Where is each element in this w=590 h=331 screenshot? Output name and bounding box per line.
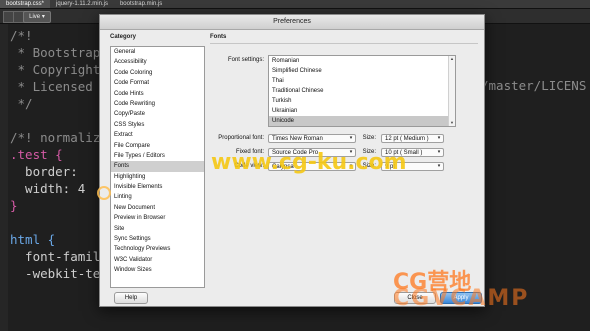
font-settings-scrollbar[interactable]: ▲ ▼ <box>448 56 455 126</box>
font-setting-item[interactable]: Traditional Chinese <box>269 86 455 96</box>
font-setting-item[interactable]: Romanian <box>269 56 455 66</box>
code-line: * Licensed <box>10 79 93 94</box>
tab-bootstrap-js[interactable]: bootstrap.min.js <box>114 0 168 8</box>
dialog-titlebar[interactable]: Preferences <box>100 15 484 30</box>
help-button[interactable]: Help <box>114 292 148 304</box>
chevron-down-icon: ▾ <box>437 135 441 141</box>
proportional-size-label: Size: <box>362 135 376 141</box>
category-item-extract[interactable]: Extract <box>111 130 204 140</box>
font-setting-item[interactable]: Turkish <box>269 96 455 106</box>
live-view-button[interactable]: Live ▾ <box>23 11 51 23</box>
category-item-window-sizes[interactable]: Window Sizes <box>111 265 204 275</box>
tab-jquery[interactable]: jquery-1.11.2.min.js <box>50 0 114 8</box>
watermark-url: www.cg-ku.com <box>211 150 407 175</box>
cursor-highlight <box>97 186 111 200</box>
category-item-file-compare[interactable]: File Compare <box>111 141 204 151</box>
chevron-down-icon: ▾ <box>437 163 441 169</box>
font-setting-item[interactable]: Thai <box>269 76 455 86</box>
font-settings-label: Font settings: <box>227 57 264 63</box>
code-line: html { <box>10 232 56 247</box>
category-list[interactable]: General Accessibility Code Coloring Code Fo… <box>110 46 205 288</box>
chevron-down-icon: ▾ <box>437 149 441 155</box>
panel-title: Fonts <box>210 34 227 40</box>
code-line: /*! <box>10 28 33 43</box>
code-line: /*! normaliz <box>10 130 101 145</box>
code-line: width: 4 <box>10 181 86 196</box>
code-line: } <box>10 198 18 213</box>
category-item-w3c-validator[interactable]: W3C Validator <box>111 255 204 265</box>
code-line: * Copyright <box>10 62 101 77</box>
proportional-font-value: Times New Roman <box>272 136 323 142</box>
tab-bootstrap-css[interactable]: bootstrap.css* <box>0 0 51 8</box>
font-setting-item[interactable]: Ukrainian <box>269 106 455 116</box>
scroll-down-icon[interactable]: ▼ <box>449 120 455 126</box>
category-item-copy-paste[interactable]: Copy/Paste <box>111 109 204 119</box>
category-item-invisible-elements[interactable]: Invisible Elements <box>111 182 204 192</box>
category-item-accessibility[interactable]: Accessibility <box>111 57 204 67</box>
category-item-file-types-editors[interactable]: File Types / Editors <box>111 151 204 161</box>
category-item-code-hints[interactable]: Code Hints <box>111 89 204 99</box>
code-line: -webkit-te <box>10 266 101 281</box>
panel-divider <box>210 43 478 44</box>
category-item-css-styles[interactable]: CSS Styles <box>111 120 204 130</box>
code-line: font-famil <box>10 249 101 264</box>
code-line: .test { <box>10 147 63 162</box>
proportional-font-select[interactable]: Times New Roman ▾ <box>268 134 356 143</box>
dialog-title: Preferences <box>273 18 311 25</box>
category-item-general[interactable]: General <box>111 47 204 57</box>
category-item-preview-in-browser[interactable]: Preview in Browser <box>111 213 204 223</box>
watermark-logo-line2: CGVCAMP <box>393 286 530 311</box>
category-header: Category <box>110 34 137 40</box>
font-settings-list[interactable]: Romanian Simplified Chinese Thai Traditiona… <box>268 55 456 127</box>
code-line: * Bootstrap <box>10 45 101 60</box>
category-item-linting[interactable]: Linting <box>111 192 204 202</box>
category-item-fonts[interactable]: Fonts <box>111 161 204 172</box>
proportional-size-value: 12 pt ( Medium ) <box>385 136 429 142</box>
category-item-highlighting[interactable]: Highlighting <box>111 172 204 182</box>
category-item-site[interactable]: Site <box>111 224 204 234</box>
scroll-up-icon[interactable]: ▲ <box>449 56 455 62</box>
code-line: border: <box>10 164 78 179</box>
font-setting-item[interactable]: Simplified Chinese <box>269 66 455 76</box>
proportional-font-label: Proportional font: <box>218 135 264 141</box>
category-item-code-coloring[interactable]: Code Coloring <box>111 68 204 78</box>
category-item-new-document[interactable]: New Document <box>111 203 204 213</box>
category-item-code-format[interactable]: Code Format <box>111 78 204 88</box>
live-label: Live <box>29 14 41 20</box>
line-gutter <box>0 24 8 331</box>
category-item-code-rewriting[interactable]: Code Rewriting <box>111 99 204 109</box>
license-url-fragment: /master/LICENS <box>481 78 587 93</box>
code-line: */ <box>10 96 33 111</box>
proportional-size-select[interactable]: 12 pt ( Medium ) ▾ <box>381 134 444 143</box>
font-setting-item[interactable]: Unicode <box>269 116 455 126</box>
document-tab-bar: bootstrap.css* jquery-1.11.2.min.js boot… <box>0 0 590 9</box>
category-item-sync-settings[interactable]: Sync Settings <box>111 234 204 244</box>
category-item-technology-previews[interactable]: Technology Previews <box>111 244 204 254</box>
chevron-down-icon: ▾ <box>349 135 353 141</box>
